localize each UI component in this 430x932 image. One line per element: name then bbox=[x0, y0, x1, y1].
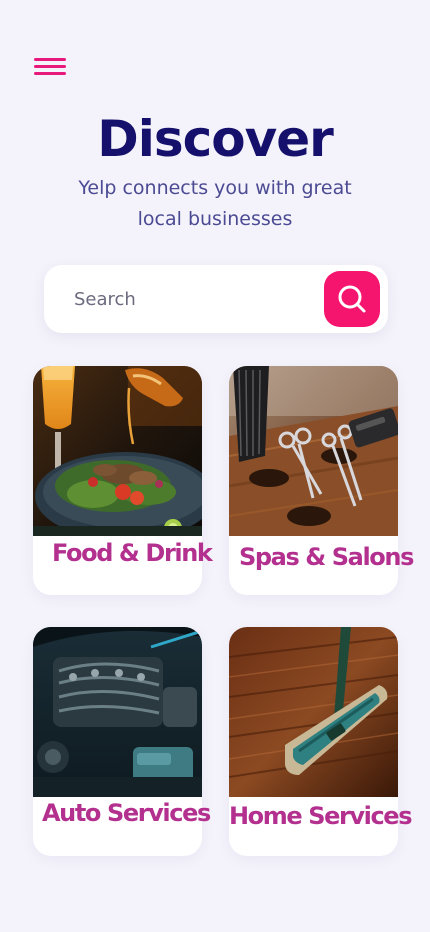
category-label: Food & Drink bbox=[52, 539, 213, 567]
search-input[interactable] bbox=[74, 279, 314, 319]
page-title: Discover bbox=[97, 110, 334, 168]
category-card-home-services[interactable]: Home Services bbox=[229, 627, 412, 856]
home-services-image bbox=[229, 627, 398, 797]
category-label: Spas & Salons bbox=[239, 543, 414, 571]
auto-services-image bbox=[33, 627, 202, 797]
hamburger-menu-icon[interactable] bbox=[34, 56, 66, 78]
category-card-food-drink[interactable]: Food & Drink bbox=[33, 366, 213, 595]
category-card-spas-salons[interactable]: Spas & Salons bbox=[229, 366, 414, 595]
food-drink-image bbox=[33, 366, 202, 536]
page-subtitle: Yelp connects you with great local busin… bbox=[78, 177, 352, 230]
category-label: Auto Services bbox=[42, 799, 211, 827]
search-icon bbox=[338, 285, 366, 313]
search-bar bbox=[44, 265, 388, 333]
category-label: Home Services bbox=[229, 802, 412, 830]
spas-salons-image bbox=[229, 366, 398, 536]
search-button[interactable] bbox=[324, 271, 380, 327]
category-card-auto-services[interactable]: Auto Services bbox=[33, 627, 211, 856]
